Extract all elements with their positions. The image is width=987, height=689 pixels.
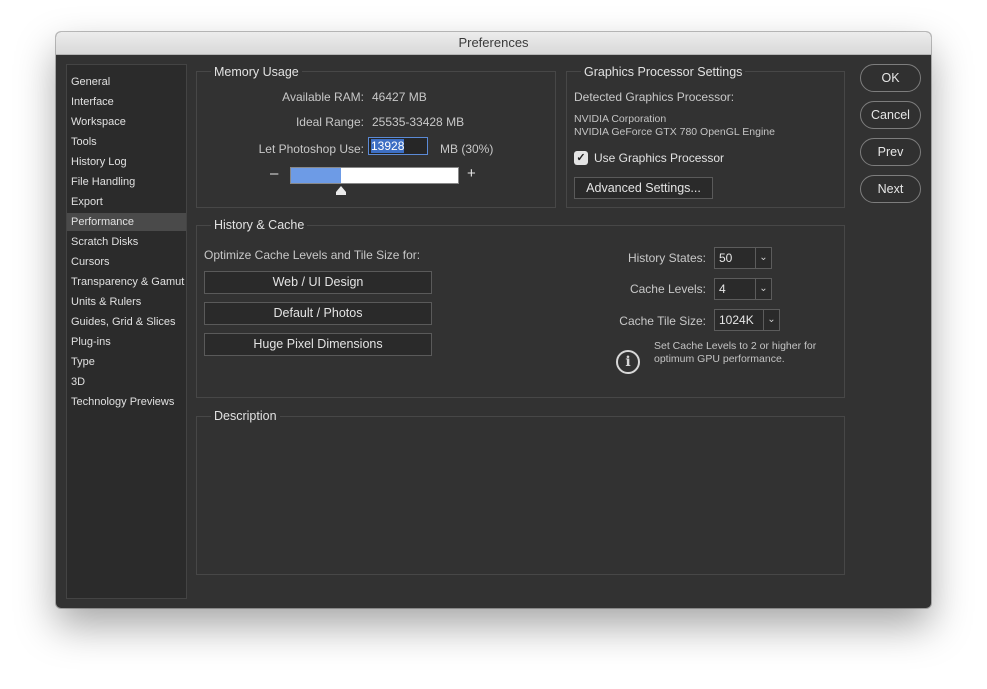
ideal-range-label: Ideal Range: <box>295 115 364 129</box>
history-states-value: 50 <box>719 251 733 265</box>
info-icon: i <box>616 350 640 374</box>
ideal-range-value: 25535-33428 MB <box>372 115 465 129</box>
sidebar-item-export[interactable]: Export <box>67 193 186 211</box>
preferences-window: Preferences General Interface Workspace … <box>56 32 931 608</box>
cancel-button[interactable]: Cancel <box>860 101 921 129</box>
memory-usage-title: Memory Usage <box>211 65 302 79</box>
chevron-down-icon: ⌄ <box>755 248 771 268</box>
sidebar-item-scratch-disks[interactable]: Scratch Disks <box>67 233 186 251</box>
sidebar-item-cursors[interactable]: Cursors <box>67 253 186 271</box>
available-ram-value: 46427 MB <box>372 90 427 104</box>
cache-info-line2: optimum GPU performance. <box>654 353 785 365</box>
sidebar-item-transparency-gamut[interactable]: Transparency & Gamut <box>67 273 186 291</box>
cache-tile-size-select[interactable]: 1024K ⌄ <box>714 309 780 331</box>
memory-slider[interactable] <box>290 167 459 184</box>
sidebar-item-interface[interactable]: Interface <box>67 93 186 111</box>
sidebar-item-performance[interactable]: Performance <box>67 213 186 231</box>
photoshop-use-label: Let Photoshop Use: <box>258 142 364 156</box>
history-states-label: History States: <box>627 251 706 265</box>
advanced-settings-button[interactable]: Advanced Settings... <box>574 177 713 199</box>
cache-tile-size-value: 1024K <box>719 313 754 327</box>
cache-tile-size-label: Cache Tile Size: <box>619 314 706 328</box>
use-gpu-label: Use Graphics Processor <box>594 151 725 165</box>
huge-pixel-dimensions-button[interactable]: Huge Pixel Dimensions <box>204 333 432 356</box>
history-cache-title: History & Cache <box>211 218 308 232</box>
history-states-select[interactable]: 50 ⌄ <box>714 247 772 269</box>
prev-button[interactable]: Prev <box>860 138 921 166</box>
memory-slider-fill <box>291 168 342 183</box>
cache-levels-value: 4 <box>719 282 726 296</box>
sidebar-item-technology-previews[interactable]: Technology Previews <box>67 393 186 411</box>
detected-gpu-label: Detected Graphics Processor: <box>574 90 735 104</box>
ok-button[interactable]: OK <box>860 64 921 92</box>
memory-slider-handle[interactable] <box>335 186 346 195</box>
sidebar-item-history-log[interactable]: History Log <box>67 153 186 171</box>
sidebar-item-guides-grid-slices[interactable]: Guides, Grid & Slices <box>67 313 186 331</box>
preferences-sidebar: General Interface Workspace Tools Histor… <box>66 64 187 599</box>
cache-levels-label: Cache Levels: <box>629 282 706 296</box>
cache-info-line1: Set Cache Levels to 2 or higher for <box>654 340 817 352</box>
sidebar-item-plug-ins[interactable]: Plug-ins <box>67 333 186 351</box>
sidebar-item-type[interactable]: Type <box>67 353 186 371</box>
decrease-memory-button[interactable]: – <box>270 165 278 182</box>
memory-use-input[interactable]: 13928 <box>368 137 428 155</box>
chevron-down-icon: ⌄ <box>755 279 771 299</box>
gpu-settings-title: Graphics Processor Settings <box>581 65 746 79</box>
memory-use-value: 13928 <box>371 139 405 153</box>
sidebar-item-file-handling[interactable]: File Handling <box>67 173 186 191</box>
increase-memory-button[interactable]: + <box>467 165 476 182</box>
sidebar-item-units-rulers[interactable]: Units & Rulers <box>67 293 186 311</box>
next-button[interactable]: Next <box>860 175 921 203</box>
sidebar-item-general[interactable]: General <box>67 73 186 91</box>
gpu-vendor: NVIDIA Corporation <box>574 113 667 125</box>
description-group <box>196 416 845 575</box>
available-ram-label: Available RAM: <box>282 90 364 104</box>
chevron-down-icon: ⌄ <box>763 310 779 330</box>
use-gpu-checkbox[interactable]: ✓ <box>574 151 588 165</box>
sidebar-item-tools[interactable]: Tools <box>67 133 186 151</box>
optimize-cache-label: Optimize Cache Levels and Tile Size for: <box>204 248 421 262</box>
gpu-device: NVIDIA GeForce GTX 780 OpenGL Engine <box>574 126 775 138</box>
cache-levels-select[interactable]: 4 ⌄ <box>714 278 772 300</box>
web-ui-design-button[interactable]: Web / UI Design <box>204 271 432 294</box>
sidebar-item-workspace[interactable]: Workspace <box>67 113 186 131</box>
description-title: Description <box>211 409 280 423</box>
default-photos-button[interactable]: Default / Photos <box>204 302 432 325</box>
sidebar-item-3d[interactable]: 3D <box>67 373 186 391</box>
memory-use-suffix: MB (30%) <box>440 142 494 156</box>
window-title: Preferences <box>56 32 931 55</box>
